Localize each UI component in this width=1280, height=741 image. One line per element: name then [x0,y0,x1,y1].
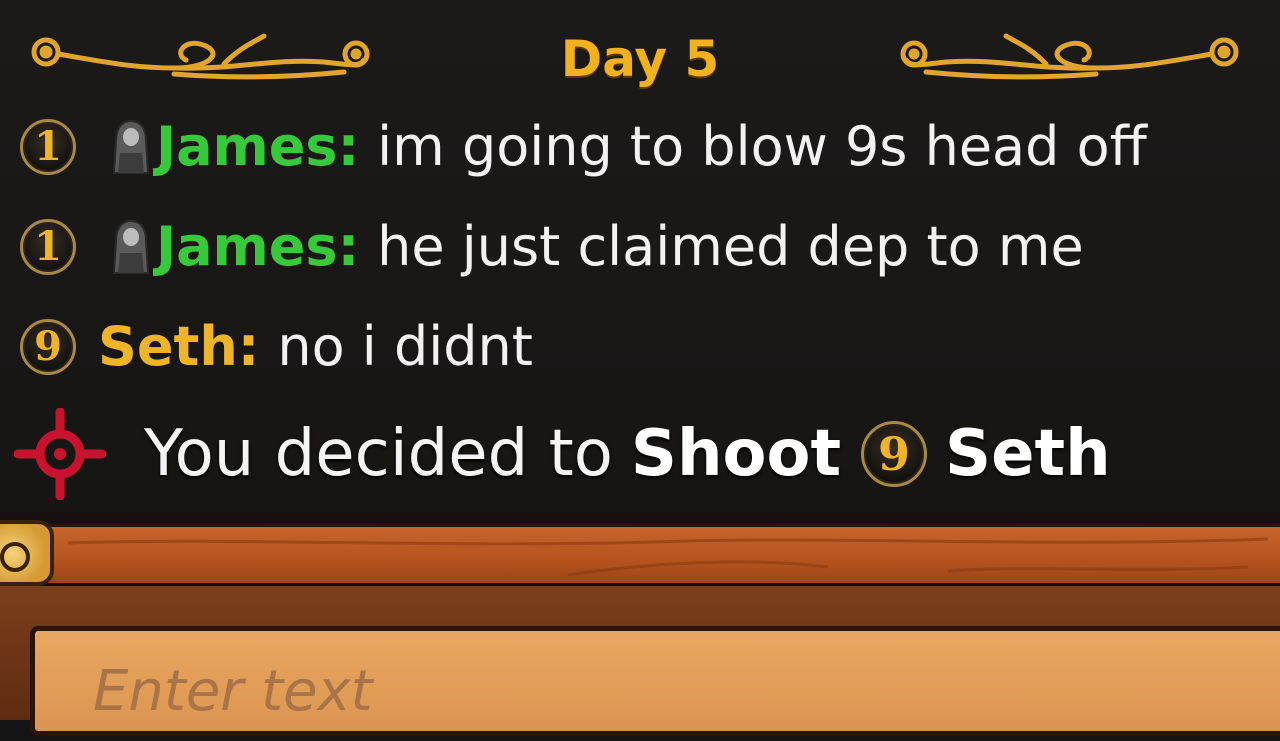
hooded-figure-icon [112,119,150,174]
target-name: Seth [945,417,1111,491]
right-flourish-icon [900,33,1239,80]
player-name: Seth: [98,315,260,378]
wood-grain [67,537,1269,577]
hooded-figure-icon [112,219,150,274]
chat-input[interactable] [93,641,1193,741]
player-number-badge: 9 [20,318,76,375]
chat-message: 1 James: im going to blow 9s head off [20,115,1147,178]
action-text: You decided to [144,417,613,491]
chat-panel: Day 5 1 James: im going to blow 9s head … [0,0,1280,512]
message-text: im going to blow 9s head off [377,115,1147,178]
player-name: James: [156,115,360,178]
player-number-badge: 1 [20,218,76,275]
target-number-badge: 9 [861,421,928,487]
knob-ring-icon [0,542,30,572]
chat-message: 9 Seth: no i didnt [20,315,533,378]
scroll-knob[interactable] [0,520,54,586]
action-verb: Shoot [630,417,842,491]
day-header: Day 5 [0,28,1280,88]
message-text: he just claimed dep to me [377,215,1084,278]
player-number-badge: 1 [20,118,76,175]
wood-plank [48,524,1280,587]
chat-message: 1 James: he just claimed dep to me [20,215,1084,278]
crosshair-icon [14,408,106,500]
message-text: no i didnt [277,315,533,378]
player-name: James: [156,215,360,278]
action-notice: You decided to Shoot 9 Seth [14,408,1111,500]
